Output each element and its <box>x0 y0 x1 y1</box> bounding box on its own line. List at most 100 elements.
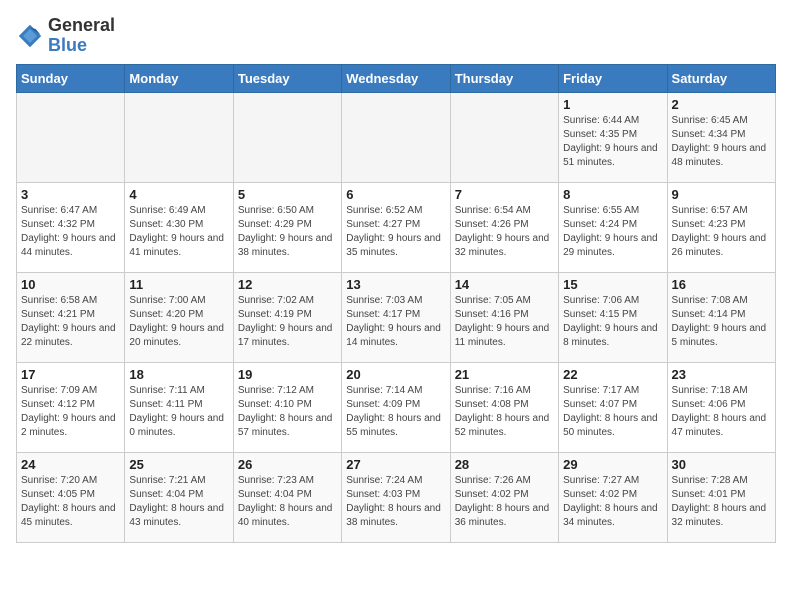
day-cell: 30 Sunrise: 7:28 AM Sunset: 4:01 PM Dayli… <box>667 452 775 542</box>
day-number: 10 <box>21 277 120 292</box>
day-cell: 3 Sunrise: 6:47 AM Sunset: 4:32 PM Daylig… <box>17 182 125 272</box>
day-number: 24 <box>21 457 120 472</box>
week-row-2: 3 Sunrise: 6:47 AM Sunset: 4:32 PM Daylig… <box>17 182 776 272</box>
day-number: 18 <box>129 367 228 382</box>
day-header-sunday: Sunday <box>17 64 125 92</box>
day-info: Sunrise: 7:05 AM Sunset: 4:16 PM Dayligh… <box>455 294 554 350</box>
calendar-body: 1 Sunrise: 6:44 AM Sunset: 4:35 PM Daylig… <box>17 92 776 542</box>
day-cell: 2 Sunrise: 6:45 AM Sunset: 4:34 PM Daylig… <box>667 92 775 182</box>
day-info: Sunrise: 6:54 AM Sunset: 4:26 PM Dayligh… <box>455 204 554 260</box>
day-number: 29 <box>563 457 662 472</box>
day-header-saturday: Saturday <box>667 64 775 92</box>
day-cell: 25Sunrise: 7:21 AM Sunset: 4:04 PM Dayli… <box>125 452 233 542</box>
day-cell: 7 Sunrise: 6:54 AM Sunset: 4:26 PM Daylig… <box>450 182 558 272</box>
day-number: 23 <box>672 367 771 382</box>
day-number: 30 <box>672 457 771 472</box>
day-cell <box>450 92 558 182</box>
day-info: Sunrise: 7:11 AM Sunset: 4:11 PM Dayligh… <box>129 384 228 440</box>
day-info: Sunrise: 6:57 AM Sunset: 4:23 PM Dayligh… <box>672 204 771 260</box>
day-info: Sunrise: 7:17 AM Sunset: 4:07 PM Dayligh… <box>563 384 662 440</box>
day-cell: 17 Sunrise: 7:09 AM Sunset: 4:12 PM Dayli… <box>17 362 125 452</box>
day-header-wednesday: Wednesday <box>342 64 450 92</box>
day-cell: 13 Sunrise: 7:03 AM Sunset: 4:17 PM Dayli… <box>342 272 450 362</box>
week-row-1: 1 Sunrise: 6:44 AM Sunset: 4:35 PM Daylig… <box>17 92 776 182</box>
day-info: Sunrise: 7:14 AM Sunset: 4:09 PM Dayligh… <box>346 384 445 440</box>
day-header-friday: Friday <box>559 64 667 92</box>
day-cell: 15 Sunrise: 7:06 AM Sunset: 4:15 PM Dayli… <box>559 272 667 362</box>
day-number: 12 <box>238 277 337 292</box>
day-number: 22 <box>563 367 662 382</box>
day-info: Sunrise: 7:12 AM Sunset: 4:10 PM Dayligh… <box>238 384 337 440</box>
day-info: Sunrise: 7:20 AM Sunset: 4:05 PM Dayligh… <box>21 474 120 530</box>
day-cell <box>342 92 450 182</box>
day-number: 19 <box>238 367 337 382</box>
week-row-3: 10 Sunrise: 6:58 AM Sunset: 4:21 PM Dayli… <box>17 272 776 362</box>
week-row-5: 24 Sunrise: 7:20 AM Sunset: 4:05 PM Dayli… <box>17 452 776 542</box>
day-info: Sunrise: 6:49 AM Sunset: 4:30 PM Dayligh… <box>129 204 228 260</box>
day-cell <box>17 92 125 182</box>
header: General Blue <box>16 16 776 56</box>
day-header-monday: Monday <box>125 64 233 92</box>
day-info: Sunrise: 7:02 AM Sunset: 4:19 PM Dayligh… <box>238 294 337 350</box>
day-info: Sunrise: 7:21 AM Sunset: 4:04 PM Dayligh… <box>129 474 228 530</box>
day-number: 1 <box>563 97 662 112</box>
day-number: 11 <box>129 277 228 292</box>
day-cell: 8Sunrise: 6:55 AM Sunset: 4:24 PM Daylig… <box>559 182 667 272</box>
day-cell: 20 Sunrise: 7:14 AM Sunset: 4:09 PM Dayli… <box>342 362 450 452</box>
day-number: 3 <box>21 187 120 202</box>
day-header-thursday: Thursday <box>450 64 558 92</box>
day-number: 5 <box>238 187 337 202</box>
day-number: 8 <box>563 187 662 202</box>
logo-text: General Blue <box>48 16 115 56</box>
day-info: Sunrise: 7:00 AM Sunset: 4:20 PM Dayligh… <box>129 294 228 350</box>
day-number: 9 <box>672 187 771 202</box>
day-info: Sunrise: 6:47 AM Sunset: 4:32 PM Dayligh… <box>21 204 120 260</box>
day-cell: 24 Sunrise: 7:20 AM Sunset: 4:05 PM Dayli… <box>17 452 125 542</box>
day-number: 15 <box>563 277 662 292</box>
day-number: 2 <box>672 97 771 112</box>
day-number: 20 <box>346 367 445 382</box>
logo-general: General <box>48 15 115 35</box>
day-cell <box>233 92 341 182</box>
day-cell: 27Sunrise: 7:24 AM Sunset: 4:03 PM Dayli… <box>342 452 450 542</box>
day-cell: 14 Sunrise: 7:05 AM Sunset: 4:16 PM Dayli… <box>450 272 558 362</box>
day-info: Sunrise: 7:09 AM Sunset: 4:12 PM Dayligh… <box>21 384 120 440</box>
day-cell: 26 Sunrise: 7:23 AM Sunset: 4:04 PM Dayli… <box>233 452 341 542</box>
day-cell: 6 Sunrise: 6:52 AM Sunset: 4:27 PM Daylig… <box>342 182 450 272</box>
day-info: Sunrise: 7:23 AM Sunset: 4:04 PM Dayligh… <box>238 474 337 530</box>
day-number: 21 <box>455 367 554 382</box>
day-info: Sunrise: 6:44 AM Sunset: 4:35 PM Dayligh… <box>563 114 662 170</box>
day-cell: 11 Sunrise: 7:00 AM Sunset: 4:20 PM Dayli… <box>125 272 233 362</box>
day-info: Sunrise: 6:50 AM Sunset: 4:29 PM Dayligh… <box>238 204 337 260</box>
day-number: 17 <box>21 367 120 382</box>
calendar: SundayMondayTuesdayWednesdayThursdayFrid… <box>16 64 776 543</box>
day-info: Sunrise: 6:58 AM Sunset: 4:21 PM Dayligh… <box>21 294 120 350</box>
day-number: 26 <box>238 457 337 472</box>
day-header-tuesday: Tuesday <box>233 64 341 92</box>
day-cell: 22 Sunrise: 7:17 AM Sunset: 4:07 PM Dayli… <box>559 362 667 452</box>
day-number: 7 <box>455 187 554 202</box>
day-info: Sunrise: 7:26 AM Sunset: 4:02 PM Dayligh… <box>455 474 554 530</box>
day-info: Sunrise: 7:03 AM Sunset: 4:17 PM Dayligh… <box>346 294 445 350</box>
header-row: SundayMondayTuesdayWednesdayThursdayFrid… <box>17 64 776 92</box>
logo-blue: Blue <box>48 35 87 55</box>
day-number: 14 <box>455 277 554 292</box>
day-info: Sunrise: 6:52 AM Sunset: 4:27 PM Dayligh… <box>346 204 445 260</box>
day-number: 28 <box>455 457 554 472</box>
day-cell: 28 Sunrise: 7:26 AM Sunset: 4:02 PM Dayli… <box>450 452 558 542</box>
day-info: Sunrise: 7:28 AM Sunset: 4:01 PM Dayligh… <box>672 474 771 530</box>
day-info: Sunrise: 6:45 AM Sunset: 4:34 PM Dayligh… <box>672 114 771 170</box>
calendar-header: SundayMondayTuesdayWednesdayThursdayFrid… <box>17 64 776 92</box>
day-info: Sunrise: 7:27 AM Sunset: 4:02 PM Dayligh… <box>563 474 662 530</box>
day-cell: 1 Sunrise: 6:44 AM Sunset: 4:35 PM Daylig… <box>559 92 667 182</box>
day-info: Sunrise: 7:06 AM Sunset: 4:15 PM Dayligh… <box>563 294 662 350</box>
day-cell: 12 Sunrise: 7:02 AM Sunset: 4:19 PM Dayli… <box>233 272 341 362</box>
day-number: 13 <box>346 277 445 292</box>
day-cell: 9 Sunrise: 6:57 AM Sunset: 4:23 PM Daylig… <box>667 182 775 272</box>
day-info: Sunrise: 7:16 AM Sunset: 4:08 PM Dayligh… <box>455 384 554 440</box>
day-cell: 23Sunrise: 7:18 AM Sunset: 4:06 PM Dayli… <box>667 362 775 452</box>
day-number: 6 <box>346 187 445 202</box>
day-cell: 29 Sunrise: 7:27 AM Sunset: 4:02 PM Dayli… <box>559 452 667 542</box>
day-info: Sunrise: 7:24 AM Sunset: 4:03 PM Dayligh… <box>346 474 445 530</box>
day-number: 4 <box>129 187 228 202</box>
